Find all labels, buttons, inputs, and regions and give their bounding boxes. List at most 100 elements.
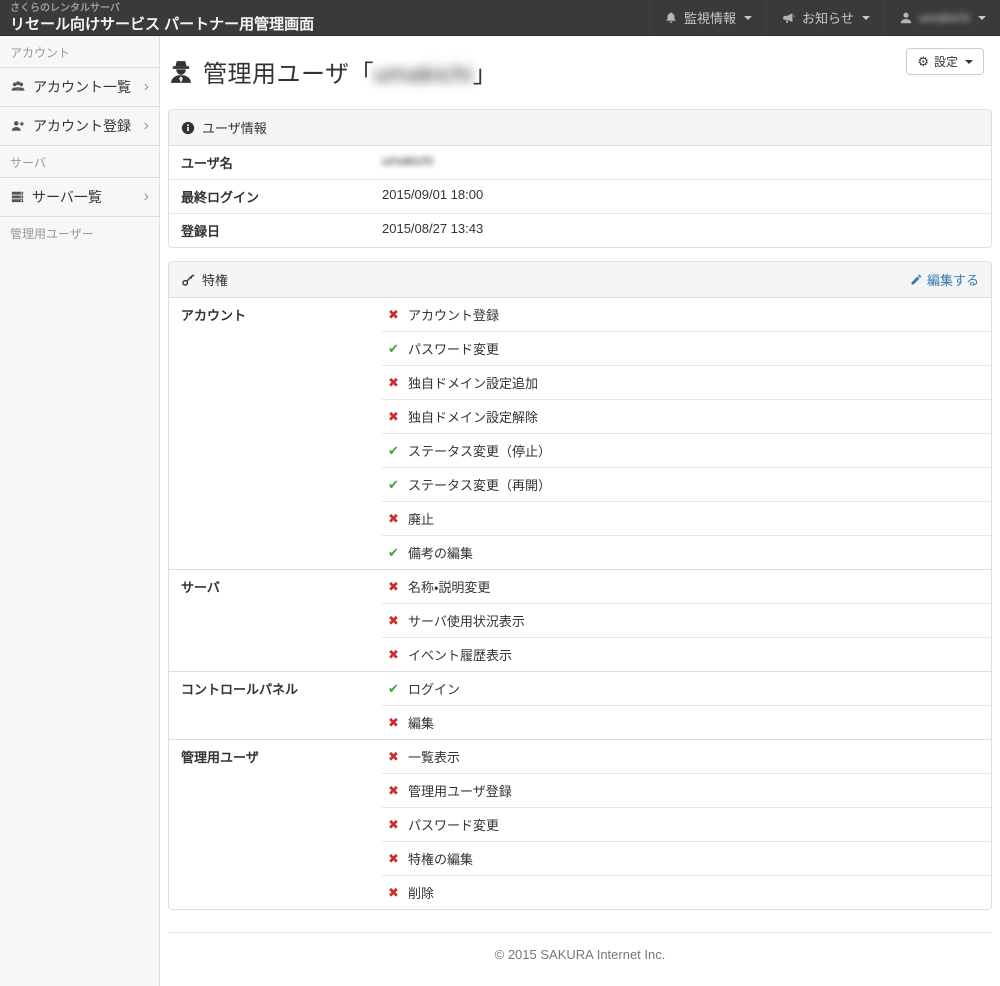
- edit-privileges-label: 編集する: [927, 270, 979, 289]
- privilege-item: ✖アカウント登録: [382, 298, 991, 331]
- megaphone-icon: [781, 11, 796, 25]
- privilege-item: ✔備考の編集: [382, 535, 991, 569]
- info-row-label: 最終ログイン: [169, 180, 382, 213]
- cross-icon: ✖: [386, 409, 401, 425]
- privilege-item: ✖管理用ユーザ登録: [382, 773, 991, 807]
- user-icon: [899, 11, 913, 25]
- copyright: © 2015 SAKURA Internet Inc.: [168, 947, 992, 962]
- sidebar-item-account-register[interactable]: アカウント登録›: [0, 106, 159, 145]
- privilege-item: ✖ 名称・説明変更: [382, 570, 991, 603]
- sidebar-item-label: アカウント一覧: [33, 77, 131, 97]
- privilege-group: コントロールパネル✔ログイン✖編集: [169, 671, 991, 739]
- cross-icon: ✖: [386, 851, 401, 867]
- cross-icon: ✖: [386, 647, 401, 663]
- privilege-items: ✖ 名称・説明変更 ✖ サーバ使用状況表示 ✖ イベント履歴表示: [382, 570, 991, 671]
- sidebar-section-header-0: アカウント: [0, 36, 159, 67]
- info-row: ユーザ名umakichi: [169, 146, 991, 179]
- navbar-item-account[interactable]: umakichi: [884, 0, 1000, 35]
- privilege-item: ✖ 廃止: [382, 501, 991, 535]
- sidebar-item-server-list[interactable]: サーバ一覧›: [0, 177, 159, 216]
- gear-icon: ⚙: [917, 55, 929, 68]
- privilege-item-label: 編集: [408, 713, 434, 732]
- privilege-group: アカウント✖アカウント登録✔パスワード変更✖独自ドメイン設定追加✖独自ドメイン設…: [169, 298, 991, 569]
- privilege-item: ✖ パスワード変更: [382, 807, 991, 841]
- pencil-icon: [910, 274, 922, 286]
- privilege-item: ✖ イベント履歴表示: [382, 637, 991, 671]
- cross-icon: ✖: [386, 715, 401, 731]
- cross-icon: ✖: [386, 749, 401, 765]
- chevron-right-icon: ›: [144, 118, 149, 134]
- user-info-panel: ユーザ情報 ユーザ名umakichi最終ログイン2015/09/01 18:00…: [168, 109, 992, 248]
- navbar-item-news[interactable]: お知らせ: [766, 0, 884, 35]
- brand-service-name: さくらのレンタルサーバ: [10, 3, 314, 15]
- settings-button-label: 設定: [934, 53, 958, 70]
- privilege-item-label: ログイン: [408, 679, 460, 698]
- page-title-text: 管理用ユーザ「umakichi」: [203, 54, 497, 89]
- privilege-item: ✔パスワード変更: [382, 331, 991, 365]
- privilege-category: 管理用ユーザ: [169, 740, 382, 909]
- navbar-item-monitoring[interactable]: 監視情報: [649, 0, 766, 35]
- privilege-category: サーバ: [169, 570, 382, 671]
- check-icon: ✔: [386, 477, 401, 493]
- info-row-label: 登録日: [169, 214, 382, 247]
- navbar-item-label: 監視情報: [684, 8, 736, 27]
- privilege-item-label: パスワード変更: [408, 815, 499, 834]
- page-header: 管理用ユーザ「umakichi」 ⚙ 設定: [168, 36, 992, 89]
- edit-privileges-link[interactable]: 編集する: [910, 270, 979, 289]
- key-icon: [181, 273, 195, 287]
- info-row: 登録日2015/08/27 13:43: [169, 213, 991, 247]
- navbar-item-label: お知らせ: [802, 8, 854, 27]
- cross-icon: ✖: [386, 579, 401, 595]
- user-plus-icon: [10, 119, 26, 133]
- server-icon: [10, 190, 25, 204]
- privilege-item-label: 一覧表示: [408, 747, 460, 766]
- privilege-item: ✔ログイン: [382, 672, 991, 705]
- sidebar-section-header-1: サーバ: [0, 145, 159, 177]
- footer: © 2015 SAKURA Internet Inc.: [168, 932, 992, 986]
- cross-icon: ✖: [386, 817, 401, 833]
- info-circle-icon: [181, 121, 195, 135]
- privilege-item-label: アカウント登録: [408, 305, 499, 324]
- privilege-item: ✔ ステータス変更（再開）: [382, 467, 991, 501]
- navbar-menu: 監視情報 お知らせ umakichi: [649, 0, 1000, 35]
- user-info-panel-title: ユーザ情報: [202, 118, 267, 137]
- privilege-item-label: ステータス変更（停止）: [408, 441, 551, 460]
- cross-icon: ✖: [386, 613, 401, 629]
- privilege-item-label: ステータス変更（再開）: [408, 475, 551, 494]
- privilege-item-label: サーバ使用状況表示: [408, 611, 525, 630]
- main-content: 管理用ユーザ「umakichi」 ⚙ 設定 ユーザ情報 ユーザ名umakichi…: [160, 36, 1000, 986]
- check-icon: ✔: [386, 443, 401, 459]
- info-row-value: umakichi: [382, 146, 991, 179]
- privilege-item-label: 廃止: [408, 509, 434, 528]
- navbar-brand[interactable]: さくらのレンタルサーバ リセール向けサービス パートナー用管理画面: [0, 0, 314, 35]
- privilege-item: ✖特権の編集: [382, 841, 991, 875]
- privileges-panel: 特権 編集する アカウント✖アカウント登録✔パスワード変更✖独自ドメイン設定追加…: [168, 261, 992, 910]
- sidebar-item-account-list[interactable]: アカウント一覧 ›: [0, 67, 159, 106]
- privilege-items: ✖一覧表示✖管理用ユーザ登録✖パスワード変更✖特権の編集✖削除: [382, 740, 991, 909]
- privilege-item-label: イベント履歴表示: [408, 645, 512, 664]
- chevron-right-icon: ›: [144, 79, 149, 95]
- caret-down-icon: [744, 16, 752, 20]
- info-row-value: 2015/08/27 13:43: [382, 214, 991, 247]
- privilege-item-label: 独自ドメイン設定解除: [408, 407, 538, 426]
- caret-down-icon: [965, 60, 973, 64]
- privilege-item-label: 名称・説明変更: [408, 577, 490, 596]
- top-navbar: さくらのレンタルサーバ リセール向けサービス パートナー用管理画面 監視情報 お知…: [0, 0, 1000, 36]
- sidebar: アカウントアカウント一覧›アカウント登録›サーバサーバ一覧›管理用ユーザー: [0, 36, 160, 986]
- user-info-panel-heading: ユーザ情報: [169, 110, 991, 146]
- cross-icon: ✖: [386, 783, 401, 799]
- privilege-item: ✔ ステータス変更（停止）: [382, 433, 991, 467]
- info-row: 最終ログイン2015/09/01 18:00: [169, 179, 991, 213]
- cross-icon: ✖: [386, 511, 401, 527]
- privilege-item: ✖ サーバ使用状況表示: [382, 603, 991, 637]
- cross-icon: ✖: [386, 375, 401, 391]
- privilege-item-label: 削除: [408, 883, 434, 902]
- privilege-item: ✖ 編集: [382, 705, 991, 739]
- privilege-group: 管理用ユーザ✖一覧表示✖管理用ユーザ登録✖パスワード変更✖特権の編集✖削除: [169, 739, 991, 909]
- check-icon: ✔: [386, 545, 401, 561]
- caret-down-icon: [978, 16, 986, 20]
- settings-button[interactable]: ⚙ 設定: [906, 48, 984, 75]
- privilege-item: ✖独自ドメイン設定追加: [382, 365, 991, 399]
- users-icon: [10, 80, 26, 94]
- page-title-username: umakichi: [374, 61, 473, 88]
